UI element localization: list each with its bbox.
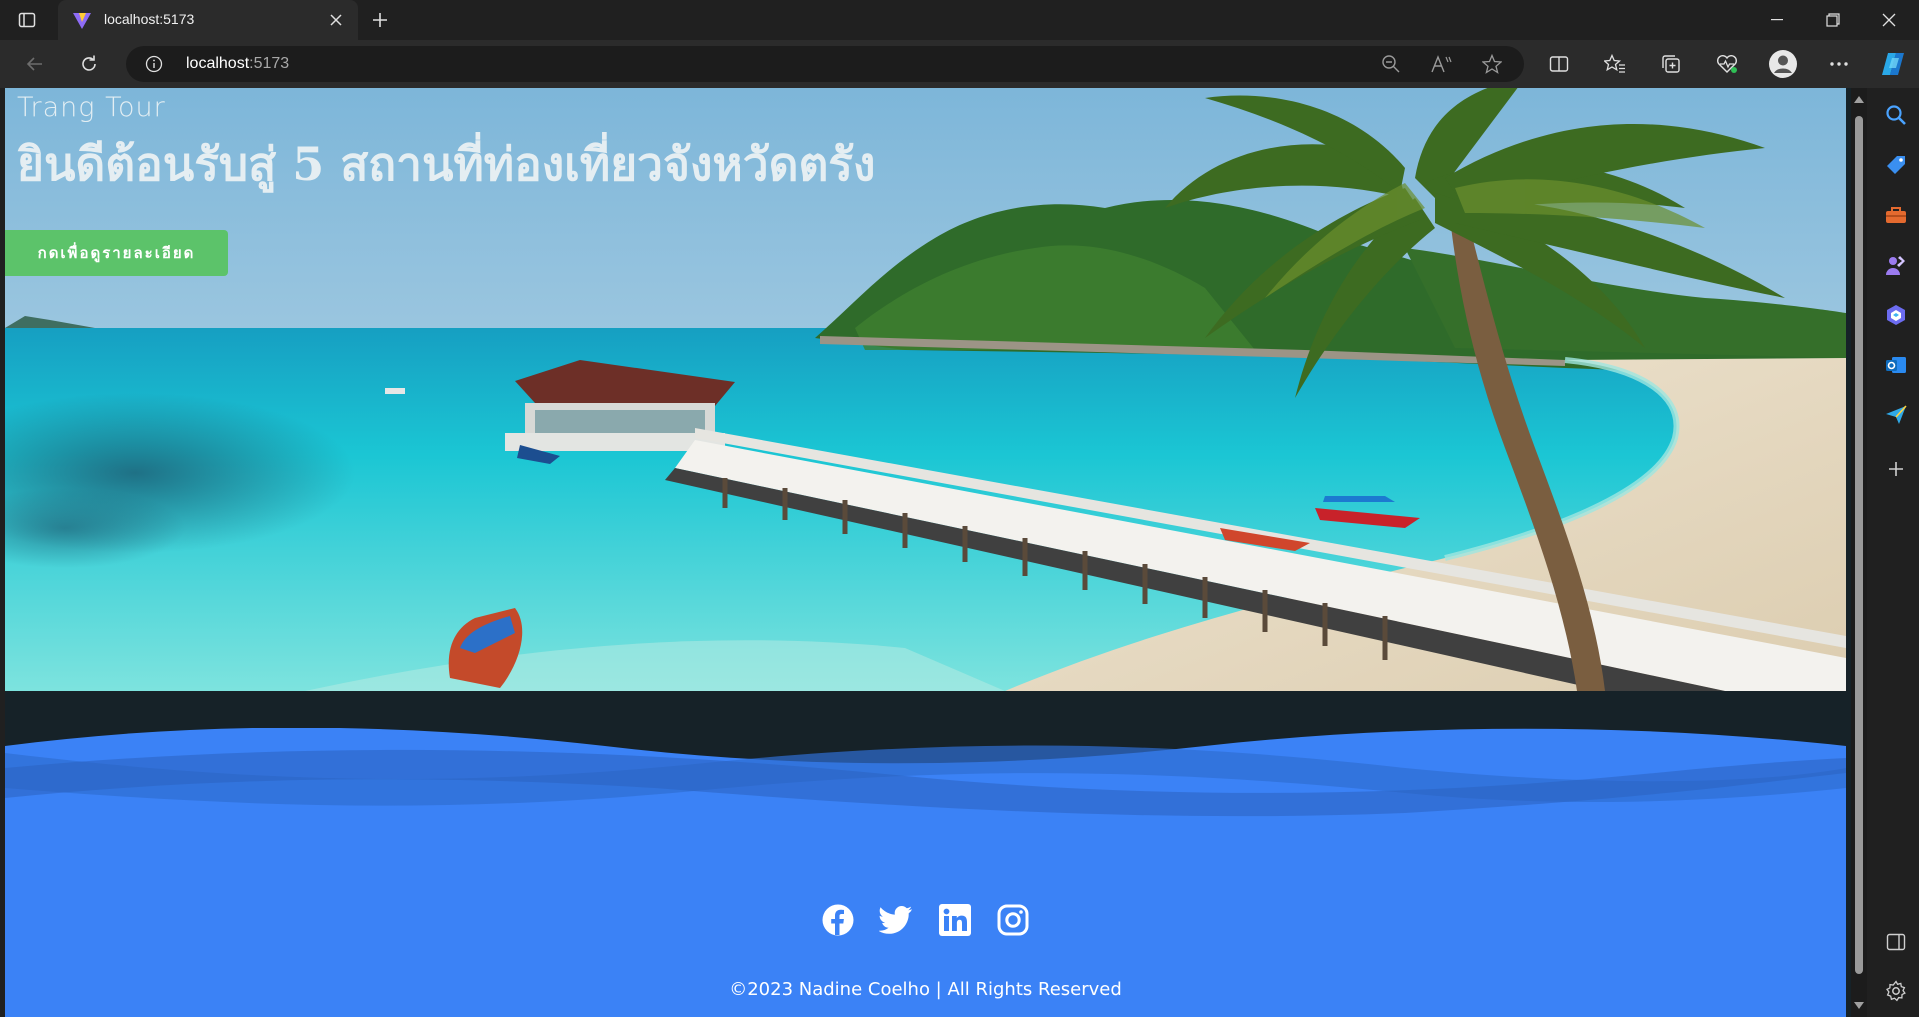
url-text[interactable]: localhost:5173 [186, 55, 289, 73]
collections-icon[interactable] [1655, 48, 1687, 80]
address-bar[interactable]: localhost:5173 [126, 46, 1524, 82]
profile-icon[interactable] [1767, 48, 1799, 80]
more-icon[interactable] [1823, 48, 1855, 80]
back-icon[interactable] [19, 48, 51, 80]
linkedin-icon[interactable] [938, 903, 972, 937]
title-bar: localhost:5173 [0, 0, 1919, 40]
url-port: :5173 [249, 55, 290, 72]
office-icon[interactable] [1882, 301, 1910, 329]
performance-icon[interactable] [1711, 48, 1743, 80]
close-icon[interactable] [326, 10, 346, 30]
tab-title: localhost:5173 [104, 11, 195, 27]
page-scrollbar[interactable] [1851, 88, 1867, 1017]
outlook-icon[interactable] [1882, 351, 1910, 379]
hero-section: Trang Tour ยินดีต้อนรับสู่ 5 สถานที่ท่อง… [5, 88, 1846, 691]
footer [5, 728, 1846, 1017]
add-icon[interactable] [1882, 455, 1910, 483]
copilot-icon[interactable] [1877, 48, 1909, 80]
shopping-tag-icon[interactable] [1882, 151, 1910, 179]
instagram-icon[interactable] [996, 903, 1030, 937]
split-screen-icon[interactable] [1543, 48, 1575, 80]
copyright-text: ©2023 Nadine Coelho | All Rights Reserve… [729, 979, 1122, 1000]
footer-waves [5, 728, 1846, 1017]
twitter-icon[interactable] [879, 903, 913, 937]
read-aloud-icon[interactable] [1429, 52, 1453, 76]
info-icon[interactable] [144, 54, 164, 74]
refresh-icon[interactable] [73, 48, 105, 80]
tab-actions-icon[interactable] [16, 9, 38, 31]
facebook-icon[interactable] [821, 903, 855, 937]
view-details-button[interactable]: กดเพื่อดูรายละเอียด [5, 230, 228, 276]
browser-tab[interactable]: localhost:5173 [58, 0, 358, 40]
favorite-star-icon[interactable] [1480, 52, 1504, 76]
vite-favicon [72, 10, 92, 30]
edge-sidebar [1872, 88, 1919, 1017]
search-icon[interactable] [1882, 101, 1910, 129]
tools-icon[interactable] [1882, 201, 1910, 229]
close-window-icon[interactable] [1861, 0, 1917, 40]
url-host: localhost [186, 55, 250, 72]
scroll-up-icon[interactable] [1854, 94, 1864, 104]
restore-icon[interactable] [1805, 0, 1861, 40]
brand-title: Trang Tour [17, 92, 166, 123]
zoom-out-icon[interactable] [1379, 52, 1403, 76]
sidebar-toggle-icon[interactable] [1882, 928, 1910, 956]
scroll-thumb[interactable] [1855, 116, 1863, 974]
plus-icon[interactable] [368, 9, 392, 31]
hero-heading: ยินดีต้อนรับสู่ 5 สถานที่ท่องเที่ยวจังหว… [17, 137, 876, 191]
send-icon[interactable] [1882, 401, 1910, 429]
favorites-icon[interactable] [1599, 48, 1631, 80]
page-viewport: Trang Tour ยินดีต้อนรับสู่ 5 สถานที่ท่อง… [5, 88, 1867, 1017]
scroll-down-icon[interactable] [1854, 1000, 1864, 1010]
settings-icon[interactable] [1882, 977, 1910, 1005]
minimize-icon[interactable] [1749, 0, 1805, 40]
browser-toolbar: localhost:5173 [0, 40, 1919, 88]
games-icon[interactable] [1882, 251, 1910, 279]
